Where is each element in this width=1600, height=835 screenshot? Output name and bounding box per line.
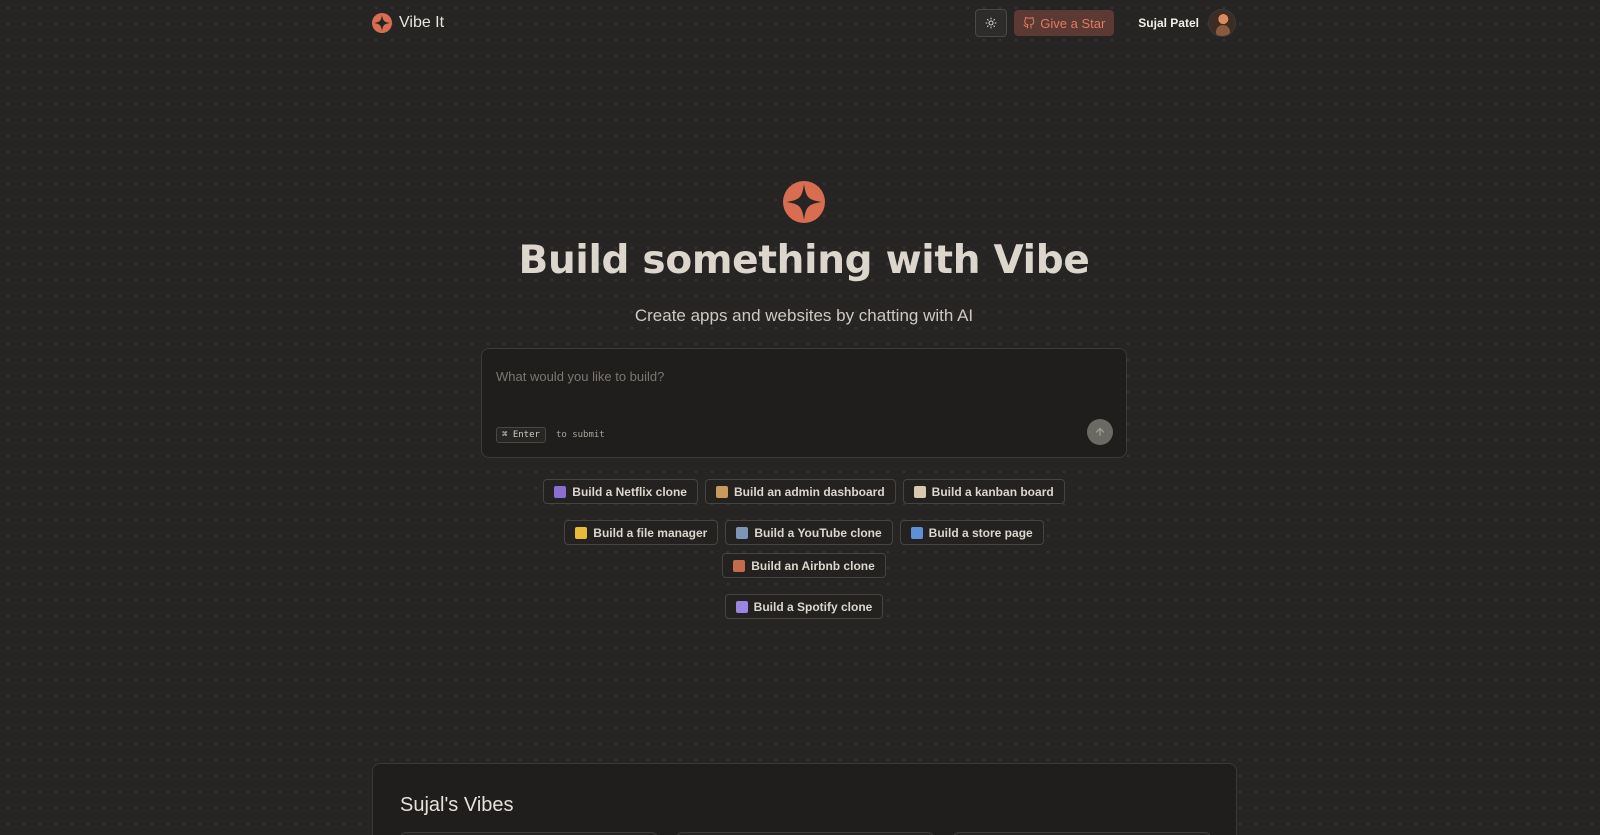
- arrow-up-icon: [1095, 427, 1105, 437]
- enter-key-badge: ⌘ Enter: [496, 427, 546, 443]
- chip-label: Build an Airbnb clone: [751, 558, 875, 573]
- give-star-label: Give a Star: [1040, 15, 1106, 31]
- suggestion-youtube-clone[interactable]: Build a YouTube clone: [725, 520, 893, 545]
- television-icon: [736, 526, 749, 539]
- shopping-bags-icon: [910, 526, 923, 539]
- clapper-board-icon: [554, 485, 567, 498]
- submit-button[interactable]: [1087, 419, 1113, 445]
- chip-label: Build a kanban board: [931, 484, 1054, 499]
- suggestion-file-manager[interactable]: Build a file manager: [564, 520, 719, 545]
- house-icon: [733, 559, 746, 572]
- submit-hint: ⌘ Enter to submit: [496, 427, 605, 443]
- theme-toggle-button[interactable]: [975, 9, 1008, 37]
- vibe-logo-icon: [372, 13, 392, 33]
- chip-label: Build an admin dashboard: [733, 484, 885, 499]
- chip-label: Build a file manager: [593, 525, 708, 540]
- package-icon: [715, 485, 728, 498]
- suggestion-admin-dashboard[interactable]: Build an admin dashboard: [704, 479, 896, 504]
- chip-label: Build a Netflix clone: [572, 484, 687, 499]
- suggestion-store-page[interactable]: Build a store page: [899, 520, 1044, 545]
- suggestion-netflix-clone[interactable]: Build a Netflix clone: [543, 479, 698, 504]
- suggestion-kanban-board[interactable]: Build a kanban board: [902, 479, 1065, 504]
- clipboard-icon: [913, 485, 926, 498]
- give-star-button[interactable]: Give a Star: [1014, 10, 1115, 36]
- chip-label: Build a store page: [928, 525, 1033, 540]
- hero-subtitle: Create apps and websites by chatting wit…: [634, 306, 974, 325]
- suggestion-airbnb-clone[interactable]: Build an Airbnb clone: [722, 553, 886, 578]
- brand-link[interactable]: Vibe It: [372, 13, 444, 33]
- top-nav: Vibe It Give a Star Sujal Patel: [372, 0, 1236, 46]
- vibes-panel: Sujal's Vibes: [372, 763, 1237, 835]
- hero-title: Build something with Vibe: [518, 238, 1090, 283]
- suggestion-spotify-clone[interactable]: Build a Spotify clone: [724, 594, 884, 619]
- prompt-input[interactable]: [494, 363, 1098, 389]
- vibes-title: Sujal's Vibes: [400, 794, 514, 816]
- prompt-box: ⌘ Enter to submit: [481, 348, 1127, 458]
- github-icon: [1023, 17, 1035, 29]
- user-avatar[interactable]: [1208, 9, 1236, 37]
- hero-logo-icon: [783, 181, 825, 223]
- musical-note-icon: [735, 600, 748, 613]
- brand-name: Vibe It: [399, 14, 445, 31]
- suggestion-chips: Build a Netflix clone Build an admin das…: [481, 479, 1127, 619]
- header-actions: Give a Star Sujal Patel: [975, 9, 1236, 37]
- file-folder-icon: [575, 526, 588, 539]
- user-name[interactable]: Sujal Patel: [1138, 16, 1199, 30]
- chip-label: Build a Spotify clone: [753, 599, 873, 614]
- chip-label: Build a YouTube clone: [754, 525, 882, 540]
- submit-hint-text: to submit: [555, 430, 605, 440]
- sun-icon: [985, 17, 997, 29]
